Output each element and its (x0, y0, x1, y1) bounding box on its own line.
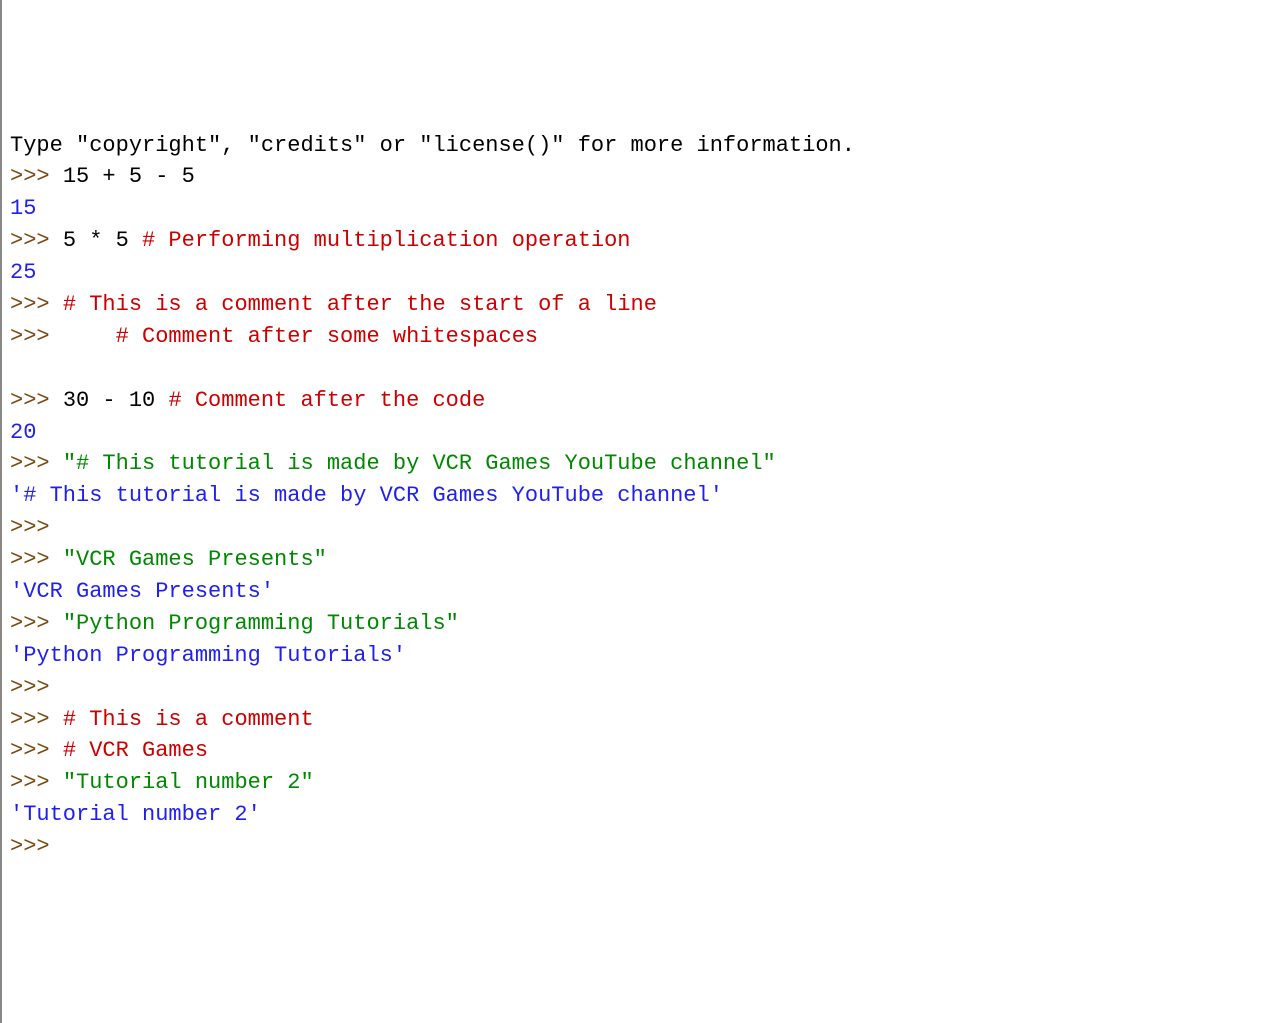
segment-code: 5 * 5 (63, 228, 142, 253)
segment-string: "VCR Games Presents" (63, 547, 327, 572)
segment-comment: # Performing multiplication operation (142, 228, 630, 253)
segment-prompt: >>> (10, 324, 116, 349)
segment-comment: # This is a comment (63, 707, 314, 732)
terminal-line: >>> "VCR Games Presents" (10, 544, 1280, 576)
terminal-line: >>> 15 + 5 - 5 (10, 161, 1280, 193)
terminal-line: 'VCR Games Presents' (10, 576, 1280, 608)
terminal-line: >>> # This is a comment after the start … (10, 289, 1280, 321)
segment-comment: # This is a comment after the start of a… (63, 292, 657, 317)
terminal-line: >>> (10, 512, 1280, 544)
terminal-line: 'Tutorial number 2' (10, 799, 1280, 831)
terminal-line: 25 (10, 257, 1280, 289)
terminal-line: >>> (10, 831, 1280, 863)
segment-prompt: >>> (10, 388, 63, 413)
terminal-line: >>> 30 - 10 # Comment after the code (10, 385, 1280, 417)
segment-prompt: >>> (10, 228, 63, 253)
terminal-line: >>> "Tutorial number 2" (10, 767, 1280, 799)
segment-code (10, 356, 23, 381)
segment-prompt: >>> (10, 164, 63, 189)
segment-string: "# This tutorial is made by VCR Games Yo… (63, 451, 776, 476)
terminal-line: 'Python Programming Tutorials' (10, 640, 1280, 672)
terminal-line: >>> 5 * 5 # Performing multiplication op… (10, 225, 1280, 257)
segment-comment: # VCR Games (63, 738, 208, 763)
segment-prompt: >>> (10, 834, 63, 859)
segment-prompt: >>> (10, 675, 63, 700)
terminal-line: Type "copyright", "credits" or "license(… (10, 130, 1280, 162)
segment-output: 25 (10, 260, 36, 285)
segment-prompt: >>> (10, 292, 63, 317)
segment-code: 30 - 10 (63, 388, 169, 413)
segment-output: 'Tutorial number 2' (10, 802, 261, 827)
terminal-line: >>> # VCR Games (10, 735, 1280, 767)
segment-code: Type "copyright", "credits" or "license(… (10, 133, 855, 158)
segment-prompt: >>> (10, 611, 63, 636)
segment-prompt: >>> (10, 738, 63, 763)
terminal-line: '# This tutorial is made by VCR Games Yo… (10, 480, 1280, 512)
terminal-line: >>> (10, 672, 1280, 704)
segment-output: 15 (10, 196, 36, 221)
segment-code: 15 + 5 - 5 (63, 164, 195, 189)
terminal-line: >>> "Python Programming Tutorials" (10, 608, 1280, 640)
terminal-line: 15 (10, 193, 1280, 225)
terminal-line: >>> # Comment after some whitespaces (10, 321, 1280, 353)
segment-string: "Tutorial number 2" (63, 770, 314, 795)
terminal-line: 20 (10, 417, 1280, 449)
segment-output: 'Python Programming Tutorials' (10, 643, 406, 668)
segment-output: '# This tutorial is made by VCR Games Yo… (10, 483, 723, 508)
segment-comment: # Comment after some whitespaces (116, 324, 538, 349)
python-shell[interactable]: Type "copyright", "credits" or "license(… (10, 130, 1280, 863)
segment-string: "Python Programming Tutorials" (63, 611, 459, 636)
segment-prompt: >>> (10, 547, 63, 572)
segment-prompt: >>> (10, 707, 63, 732)
segment-comment: # Comment after the code (168, 388, 485, 413)
segment-prompt: >>> (10, 515, 63, 540)
segment-output: 20 (10, 420, 36, 445)
segment-prompt: >>> (10, 451, 63, 476)
segment-output: 'VCR Games Presents' (10, 579, 274, 604)
terminal-line: >>> "# This tutorial is made by VCR Game… (10, 448, 1280, 480)
segment-prompt: >>> (10, 770, 63, 795)
terminal-line (10, 353, 1280, 385)
